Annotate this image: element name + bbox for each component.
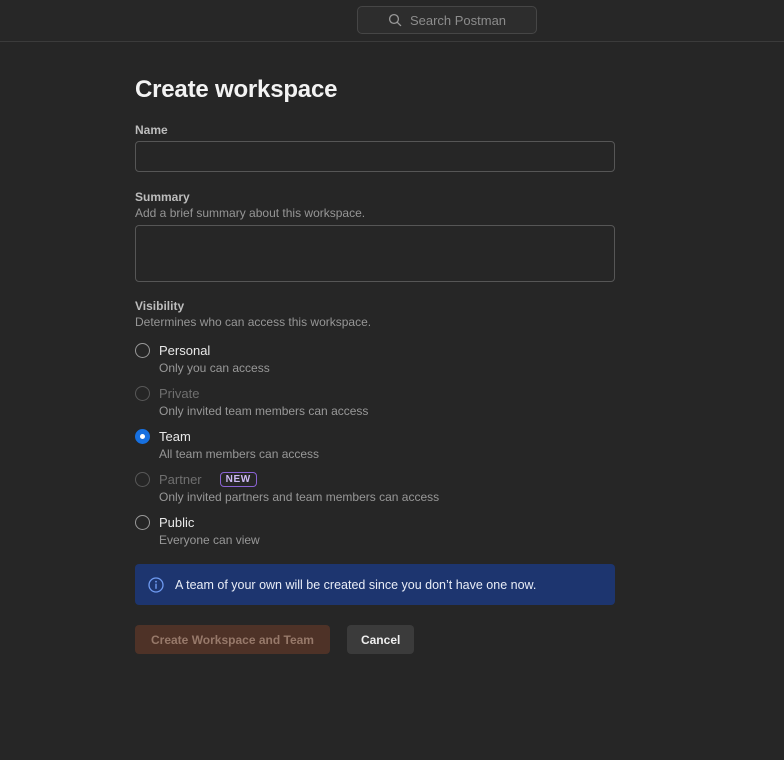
option-description-partner: Only invited partners and team members c…	[159, 491, 615, 504]
radio-button-personal[interactable]	[135, 343, 150, 358]
option-description-public: Everyone can view	[159, 534, 615, 547]
create-workspace-page: Create workspace Name Summary Add a brie…	[0, 42, 784, 654]
visibility-label: Visibility	[135, 299, 615, 313]
info-banner-text: A team of your own will be created since…	[175, 578, 536, 592]
summary-help: Add a brief summary about this workspace…	[135, 206, 615, 220]
summary-label: Summary	[135, 190, 615, 204]
summary-textarea[interactable]	[135, 225, 615, 282]
search-input[interactable]: Search Postman	[357, 6, 537, 34]
search-placeholder: Search Postman	[410, 13, 506, 28]
radio-button-private	[135, 386, 150, 401]
create-workspace-form: Name Summary Add a brief summary about t…	[135, 123, 615, 654]
new-badge: NEW	[220, 472, 257, 487]
option-description-team: All team members can access	[159, 448, 615, 461]
option-label-public: Public	[159, 515, 194, 530]
name-label: Name	[135, 123, 615, 137]
name-input[interactable]	[135, 141, 615, 172]
visibility-help: Determines who can access this workspace…	[135, 315, 615, 329]
info-icon	[148, 577, 164, 593]
form-actions: Create Workspace and Team Cancel	[135, 625, 615, 654]
option-label-private: Private	[159, 386, 199, 401]
page-title: Create workspace	[135, 76, 784, 104]
option-label-personal: Personal	[159, 343, 210, 358]
option-label-team: Team	[159, 429, 191, 444]
option-description-private: Only invited team members can access	[159, 405, 615, 418]
info-banner: A team of your own will be created since…	[135, 564, 615, 605]
radio-button-public[interactable]	[135, 515, 150, 530]
visibility-option-team[interactable]: Team All team members can access	[135, 428, 615, 461]
visibility-option-partner: Partner NEW Only invited partners and te…	[135, 471, 615, 504]
radio-button-team-selected[interactable]	[135, 429, 150, 444]
option-description-personal: Only you can access	[159, 362, 615, 375]
search-icon	[388, 13, 402, 27]
top-bar: Search Postman	[0, 0, 784, 42]
cancel-button[interactable]: Cancel	[347, 625, 414, 654]
visibility-option-private: Private Only invited team members can ac…	[135, 385, 615, 418]
visibility-option-personal[interactable]: Personal Only you can access	[135, 342, 615, 375]
visibility-option-public[interactable]: Public Everyone can view	[135, 514, 615, 547]
radio-button-partner	[135, 472, 150, 487]
option-label-partner: Partner	[159, 472, 202, 487]
create-workspace-and-team-button[interactable]: Create Workspace and Team	[135, 625, 330, 654]
